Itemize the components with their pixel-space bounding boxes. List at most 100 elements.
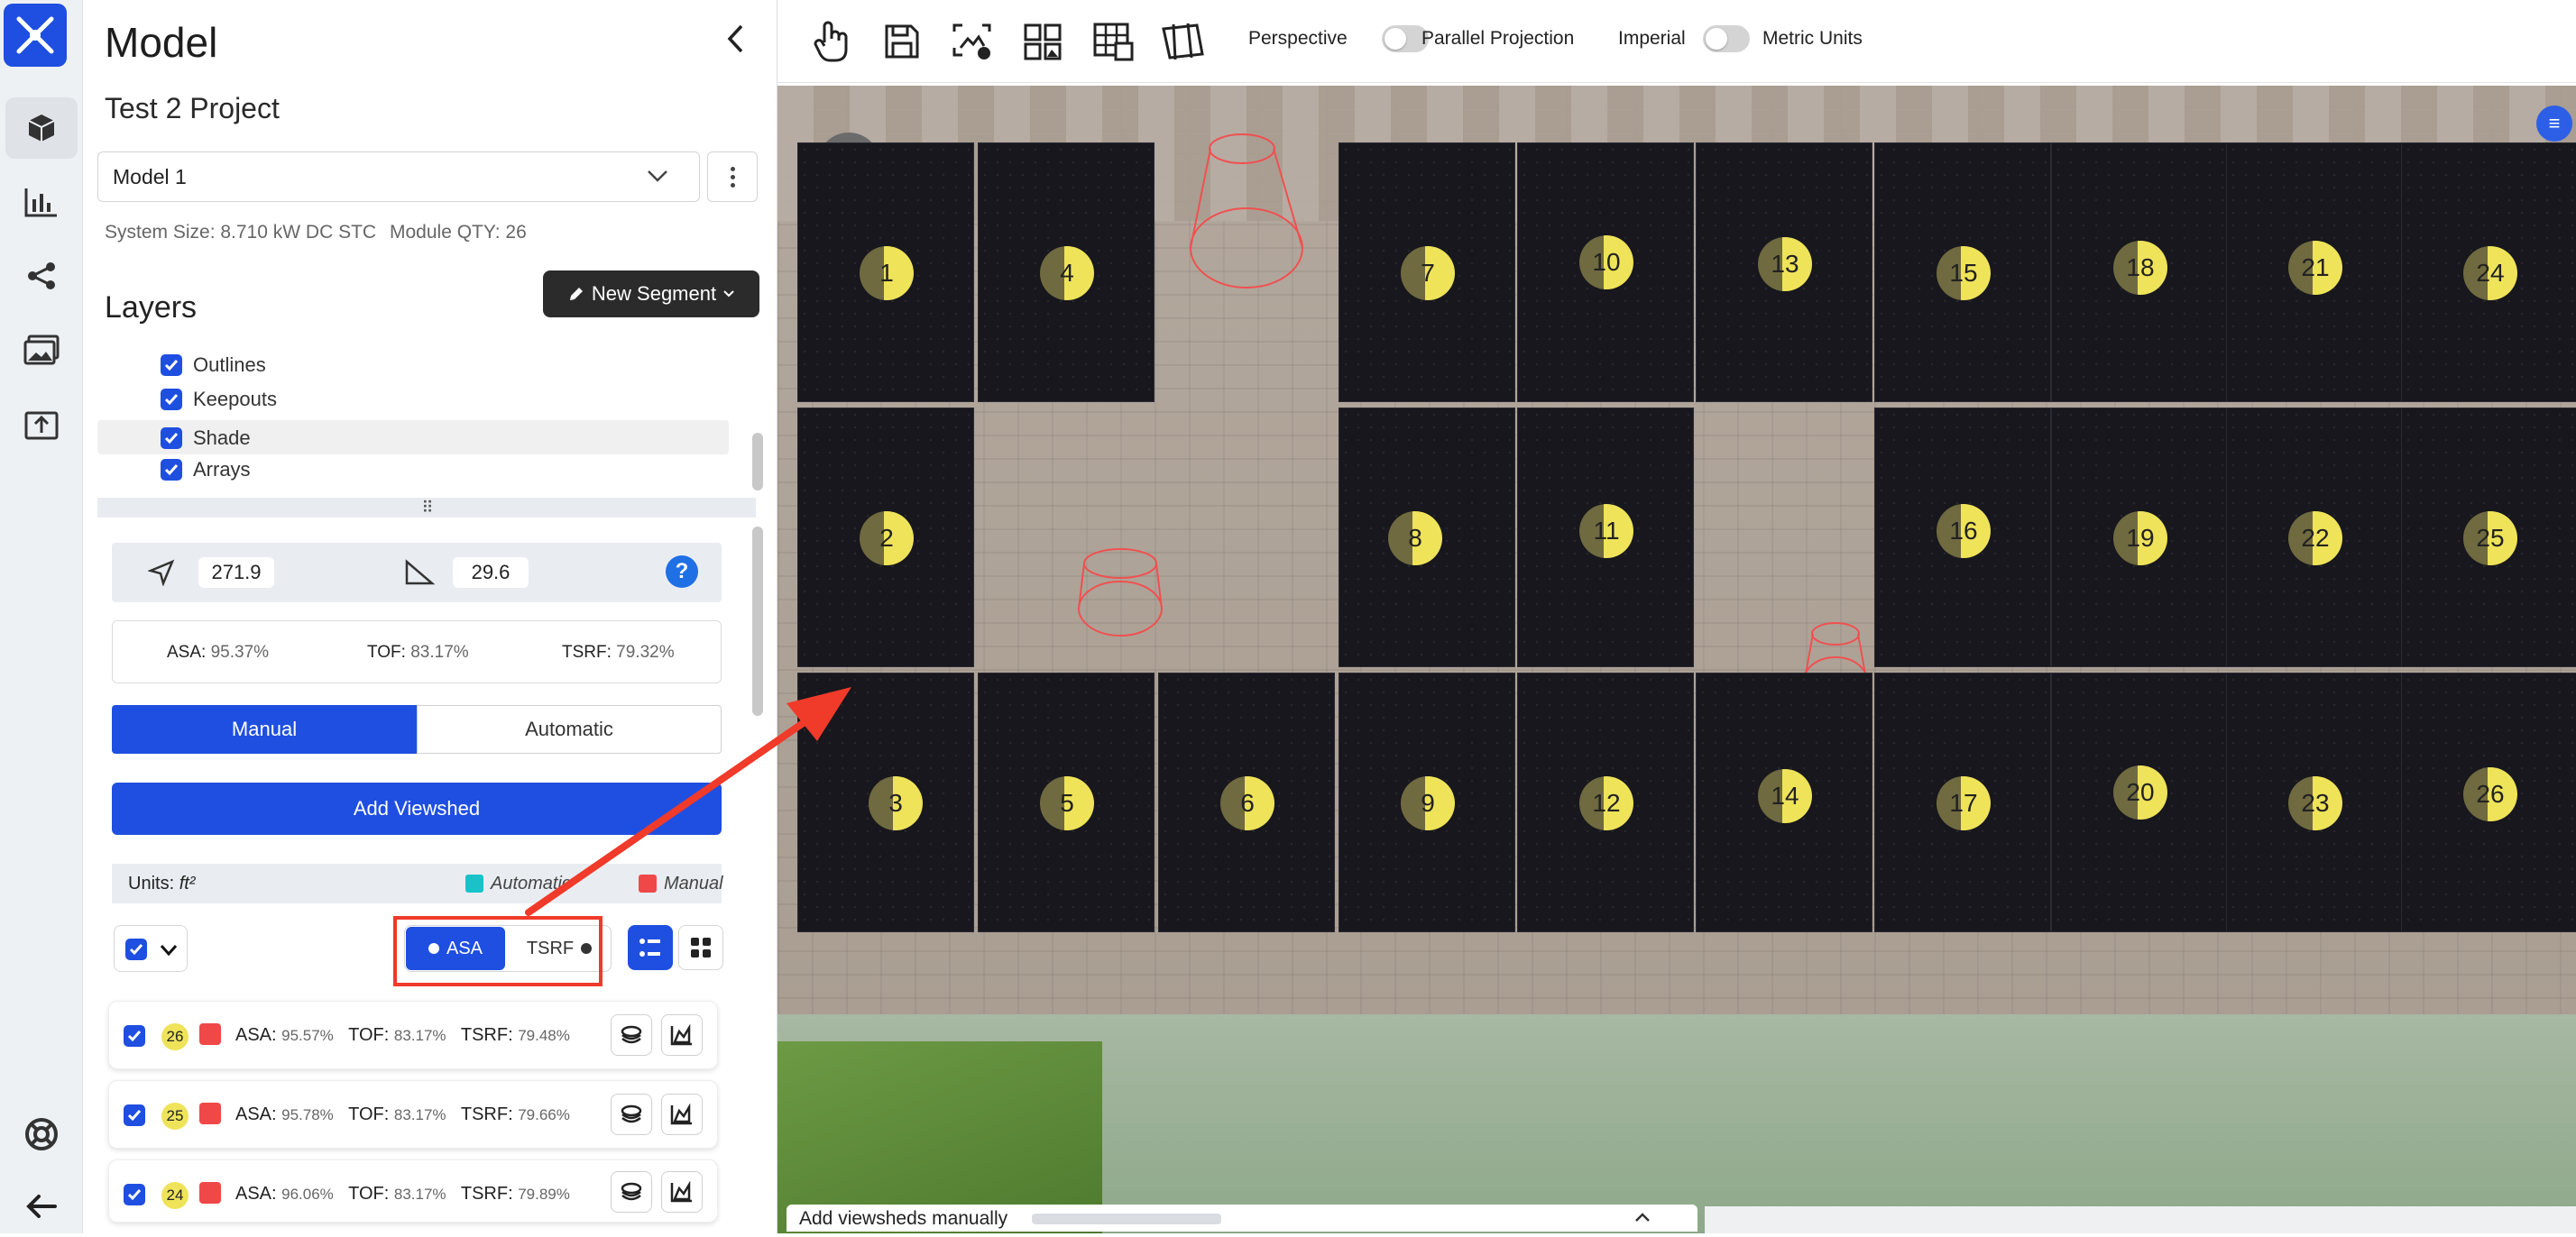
- module-number-label: 5: [1040, 776, 1094, 830]
- module-number-label: 16: [1937, 504, 1991, 558]
- select-all-dropdown[interactable]: [114, 925, 188, 972]
- viewer-menu-icon[interactable]: ≡: [2536, 105, 2572, 142]
- model-cube-icon[interactable]: [5, 97, 78, 159]
- solar-module[interactable]: 17: [1874, 673, 2051, 932]
- grid-image-icon[interactable]: [1088, 16, 1138, 67]
- list-view-button[interactable]: [628, 925, 673, 970]
- tilt-input[interactable]: 29.6: [453, 557, 529, 588]
- content-scrollbar[interactable]: [752, 527, 763, 716]
- app-logo[interactable]: [4, 4, 67, 67]
- solar-module[interactable]: 18: [2051, 142, 2228, 402]
- tab-automatic[interactable]: Automatic: [417, 705, 722, 754]
- grid-view-button[interactable]: [678, 925, 723, 970]
- checkbox-checked-icon[interactable]: [161, 459, 182, 481]
- solar-module[interactable]: 8: [1339, 408, 1515, 667]
- chart-button[interactable]: [661, 1014, 703, 1056]
- layers-stack-button[interactable]: [611, 1094, 652, 1135]
- checkbox-checked-icon[interactable]: [161, 389, 182, 410]
- new-segment-button[interactable]: New Segment: [543, 270, 759, 317]
- analytics-chart-icon[interactable]: [5, 171, 78, 233]
- layers-scrollbar[interactable]: [752, 433, 763, 490]
- chart-button[interactable]: [661, 1094, 703, 1135]
- module-number-label: 26: [2463, 767, 2517, 821]
- module-number-label: 3: [869, 776, 923, 830]
- units-toggle[interactable]: [1703, 25, 1750, 52]
- layers-stack-button[interactable]: [611, 1014, 652, 1056]
- solar-module[interactable]: 2: [797, 408, 974, 667]
- layers-stack-button[interactable]: [611, 1171, 652, 1213]
- solar-module[interactable]: 1: [797, 142, 974, 402]
- perspective-frame-icon[interactable]: [1158, 16, 1209, 67]
- gallery-icon[interactable]: [5, 319, 78, 380]
- add-viewshed-button[interactable]: Add Viewshed: [112, 783, 722, 835]
- layer-item-shade[interactable]: Shade: [97, 420, 729, 454]
- collapse-chevron-icon[interactable]: [725, 23, 747, 59]
- checkbox-checked-icon[interactable]: [161, 354, 182, 376]
- chart-button[interactable]: [661, 1171, 703, 1213]
- checkbox-checked-icon[interactable]: [161, 427, 182, 449]
- solar-module[interactable]: 3: [797, 673, 974, 932]
- solar-module[interactable]: 22: [2226, 408, 2403, 667]
- solar-module[interactable]: 10: [1517, 142, 1694, 402]
- solar-module[interactable]: 15: [1874, 142, 2051, 402]
- tsrf-label: TSRF:: [562, 643, 612, 662]
- perspective-label: Perspective: [1248, 28, 1348, 49]
- model-panel: Model Test 2 Project Model 1 System Size…: [83, 0, 777, 1233]
- solar-module[interactable]: 4: [978, 142, 1155, 402]
- model-menu-button[interactable]: [707, 151, 758, 202]
- list-item[interactable]: 24 ASA: 96.06% TOF: 83.17% TSRF: 79.89%: [108, 1159, 718, 1223]
- back-arrow-icon[interactable]: [5, 1176, 78, 1237]
- solar-module[interactable]: 23: [2226, 673, 2403, 932]
- checkbox-checked-icon[interactable]: [124, 1025, 145, 1047]
- viewer-toolbar: Perspective Parallel Projection Imperial…: [777, 0, 2576, 83]
- list-item[interactable]: 25 ASA: 95.78% TOF: 83.17% TSRF: 79.66%: [108, 1080, 718, 1149]
- hand-pointer-icon[interactable]: [806, 16, 857, 67]
- solar-module[interactable]: 9: [1339, 673, 1515, 932]
- list-view-icon: [639, 939, 660, 957]
- azimuth-input[interactable]: 271.9: [198, 557, 274, 588]
- tsrf-value: 79.48%: [518, 1027, 570, 1044]
- 3d-viewer: Perspective Parallel Projection Imperial…: [777, 0, 2576, 1233]
- gallery-grid-icon[interactable]: [1017, 16, 1068, 67]
- solar-module[interactable]: 19: [2051, 408, 2228, 667]
- solar-module[interactable]: 25: [2401, 408, 2576, 667]
- resize-handle[interactable]: ⠿: [97, 498, 756, 518]
- pencil-icon: [569, 288, 583, 300]
- model-select[interactable]: Model 1: [97, 151, 700, 202]
- checkbox-checked-icon[interactable]: [124, 1104, 145, 1126]
- module-number-label: 14: [1758, 769, 1812, 823]
- export-icon[interactable]: [5, 393, 78, 454]
- list-item[interactable]: 26 ASA: 95.57% TOF: 83.17% TSRF: 79.48%: [108, 1001, 718, 1069]
- solar-module[interactable]: 26: [2401, 673, 2576, 932]
- layer-item-outlines[interactable]: Outlines: [161, 353, 266, 377]
- solar-module[interactable]: 12: [1517, 673, 1694, 932]
- units-bar: Units: ft² Automatic Manual: [112, 864, 723, 903]
- module-number-badge: 24: [161, 1182, 189, 1209]
- solar-module[interactable]: 14: [1696, 673, 1872, 932]
- solar-module[interactable]: 5: [978, 673, 1155, 932]
- module-number-label: 25: [2463, 511, 2517, 565]
- save-floppy-icon[interactable]: [877, 16, 927, 67]
- layer-item-arrays[interactable]: Arrays: [161, 458, 251, 481]
- share-icon[interactable]: [5, 245, 78, 307]
- roof-scene[interactable]: ≡ 1 2 3 4 5 6 7 8 9 10 11 12 13 14 15 16 17 18 19 20 21 22 23 2…: [777, 86, 2576, 1233]
- solar-module[interactable]: 21: [2226, 142, 2403, 402]
- solar-module[interactable]: 24: [2401, 142, 2576, 402]
- help-lifebuoy-icon[interactable]: [5, 1104, 78, 1165]
- imperial-label: Imperial: [1618, 28, 1686, 49]
- chevron-up-icon[interactable]: [1634, 1212, 1651, 1223]
- solar-module[interactable]: 13: [1696, 142, 1872, 402]
- layer-item-keepouts[interactable]: Keepouts: [161, 388, 277, 411]
- help-question-icon[interactable]: ?: [666, 555, 698, 588]
- chevron-down-icon: [160, 945, 178, 957]
- tab-manual[interactable]: Manual: [112, 705, 417, 754]
- solar-module[interactable]: 16: [1874, 408, 2051, 667]
- solar-module[interactable]: 20: [2051, 673, 2228, 932]
- solar-module[interactable]: 11: [1517, 408, 1694, 667]
- solar-module[interactable]: 6: [1158, 673, 1335, 932]
- checkbox-checked-icon[interactable]: [124, 1184, 145, 1205]
- image-settings-icon[interactable]: [947, 16, 998, 67]
- module-number-label: 1: [860, 246, 914, 300]
- manual-swatch: [199, 1182, 221, 1204]
- solar-module[interactable]: 7: [1339, 142, 1515, 402]
